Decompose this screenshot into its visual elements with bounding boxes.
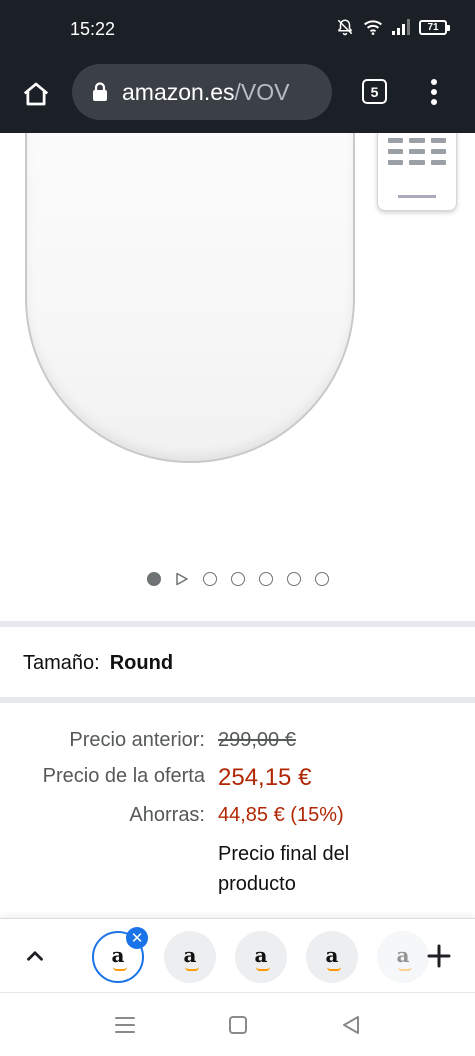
image-pagination xyxy=(0,572,475,586)
home-square-icon[interactable] xyxy=(226,1013,250,1037)
size-selector[interactable]: Tamaño: Round xyxy=(23,652,173,675)
lock-icon xyxy=(93,82,107,101)
pagination-dot[interactable] xyxy=(314,572,329,586)
bell-off-icon xyxy=(337,19,353,36)
status-bar: 15:22 71 xyxy=(0,0,475,60)
video-play-icon[interactable] xyxy=(175,572,189,586)
system-navigation-bar xyxy=(0,992,475,1056)
tab-amazon-faded[interactable]: a xyxy=(377,931,429,983)
tab-strip: a ✕ a a a a xyxy=(0,918,475,992)
final-price-note: Precio final del producto xyxy=(218,843,350,895)
menu-dot xyxy=(431,89,437,95)
tab-amazon[interactable]: a xyxy=(235,931,287,983)
menu-dot xyxy=(431,99,437,105)
status-icons: 71 xyxy=(336,18,450,36)
url-path: /VOV xyxy=(234,78,290,105)
status-time: 15:22 xyxy=(70,19,116,39)
amazon-icon: a xyxy=(112,945,127,971)
home-button[interactable] xyxy=(18,76,54,112)
tab-count: 5 xyxy=(370,83,379,100)
battery-icon: 71 xyxy=(419,19,450,35)
menu-dot xyxy=(431,79,437,85)
size-value: Round xyxy=(109,652,174,674)
savings-amount: 44,85 € (15%) xyxy=(218,804,344,826)
deal-price: 254,15 € xyxy=(218,764,312,791)
url-text: amazon.es/VOV xyxy=(122,79,289,106)
pagination-dot[interactable] xyxy=(286,572,301,586)
home-icon xyxy=(23,82,49,106)
signal-icon xyxy=(392,19,410,35)
tab-amazon-active[interactable]: a ✕ xyxy=(92,927,148,983)
tab-amazon[interactable]: a xyxy=(306,931,358,983)
tab-amazon[interactable]: a xyxy=(164,931,216,983)
remote-control-image xyxy=(377,133,457,211)
battery-level: 71 xyxy=(427,21,439,33)
pagination-dot-active[interactable] xyxy=(146,572,161,586)
pagination-dot[interactable] xyxy=(230,572,245,586)
section-divider xyxy=(0,621,475,627)
back-triangle-icon[interactable] xyxy=(339,1013,363,1037)
chevron-up-icon[interactable] xyxy=(22,943,48,969)
old-price-label: Precio anterior: xyxy=(69,729,205,751)
tab-switcher-icon[interactable]: 5 xyxy=(362,79,387,104)
menu-icon[interactable] xyxy=(113,1013,137,1037)
close-icon[interactable]: ✕ xyxy=(126,927,148,949)
remote-brand xyxy=(398,195,436,198)
wifi-icon xyxy=(364,20,382,35)
pagination-dot[interactable] xyxy=(258,572,273,586)
pagination-dot[interactable] xyxy=(202,572,217,586)
size-label: Tamaño: xyxy=(23,652,100,674)
amazon-icon: a xyxy=(184,945,199,971)
toilet-seat-image xyxy=(25,133,355,463)
amazon-icon: a xyxy=(397,945,412,971)
old-price: 299,00 € xyxy=(218,729,296,751)
url-domain: amazon.es xyxy=(122,78,235,105)
product-image[interactable] xyxy=(0,133,475,613)
partial-hidden-text xyxy=(22,906,462,918)
savings-label: Ahorras: xyxy=(129,804,205,826)
remote-buttons xyxy=(388,138,446,165)
amazon-icon: a xyxy=(326,945,341,971)
more-vert-icon[interactable] xyxy=(420,76,448,108)
plus-icon[interactable] xyxy=(424,941,454,971)
browser-toolbar: amazon.es/VOV 5 xyxy=(0,60,475,133)
url-bar[interactable]: amazon.es/VOV xyxy=(72,64,332,120)
amazon-icon: a xyxy=(255,945,270,971)
deal-price-label: Precio de la oferta xyxy=(42,765,205,787)
section-divider xyxy=(0,697,475,703)
